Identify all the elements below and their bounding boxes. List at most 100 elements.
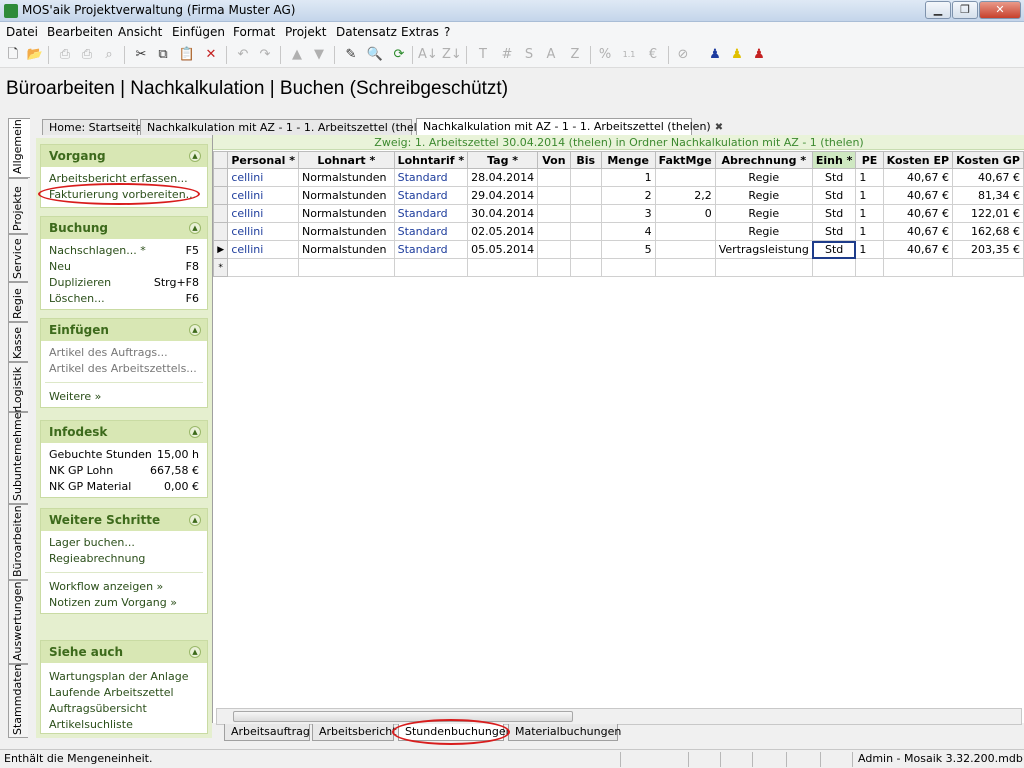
table-cell[interactable] (569, 240, 602, 259)
menu-ansicht[interactable]: Ansicht (118, 25, 162, 39)
menu-einfuegen[interactable]: Einfügen (172, 25, 225, 39)
horizontal-scrollbar[interactable] (216, 708, 1022, 725)
table-cell[interactable]: Regie (714, 168, 813, 187)
scrollbar-thumb[interactable] (233, 711, 573, 722)
table-cell[interactable]: Std (811, 240, 857, 259)
vtab-regie[interactable]: Regie (8, 282, 28, 322)
row-header[interactable] (212, 204, 229, 223)
link-duplizieren[interactable]: Duplizieren (49, 276, 111, 289)
table-row[interactable]: cellini Normalstunden Standard 02.05.2014 4 R… (212, 222, 1024, 241)
table-cell[interactable]: Std (811, 186, 857, 205)
format-s-icon[interactable]: S (520, 46, 538, 64)
link-workflow-anzeigen[interactable]: Workflow anzeigen » (49, 580, 163, 593)
collapse-icon[interactable]: ▲ (189, 324, 201, 336)
table-cell[interactable] (654, 240, 716, 259)
table-row[interactable]: cellini Normalstunden Standard 28.04.2014 1 R… (212, 168, 1024, 187)
maximize-button[interactable]: ❐ (952, 1, 978, 19)
table-cell[interactable] (882, 258, 954, 277)
table-cell[interactable]: 40,67 € (952, 168, 1024, 187)
table-cell[interactable]: Normalstunden (297, 222, 395, 241)
table-cell[interactable]: Normalstunden (297, 240, 395, 259)
table-cell[interactable]: Std (811, 222, 857, 241)
table-cell[interactable]: cellini (227, 186, 299, 205)
table-cell[interactable] (654, 222, 716, 241)
table-cell[interactable]: 28.04.2014 (467, 168, 539, 187)
table-cell[interactable]: Regie (714, 186, 813, 205)
column-header[interactable]: Tag * (467, 151, 539, 169)
copy-icon[interactable]: ⧉ (154, 46, 172, 64)
vtab-stammdaten[interactable]: Stammdaten (8, 664, 28, 738)
table-cell[interactable] (467, 258, 539, 277)
minimize-button[interactable]: ▁ (925, 1, 951, 19)
table-cell[interactable] (537, 240, 571, 259)
link-notizen-zum-vorgang[interactable]: Notizen zum Vorgang » (49, 596, 177, 609)
table-cell[interactable]: 40,67 € (882, 204, 954, 223)
vtab-kasse[interactable]: Kasse (8, 322, 28, 362)
move-down-icon[interactable]: ▼ (310, 46, 328, 64)
table-cell[interactable] (600, 258, 656, 277)
table-cell[interactable]: Normalstunden (297, 168, 395, 187)
table-row[interactable]: ▶ cellini Normalstunden Standard 05.05.2014 5… (212, 240, 1024, 259)
column-header[interactable]: Abrechnung * (714, 151, 813, 169)
table-cell[interactable]: 2 (600, 186, 656, 205)
column-header[interactable]: Menge (600, 151, 656, 169)
tab-arbeitsbericht[interactable]: Arbeitsbericht (312, 724, 397, 741)
menu-extras[interactable]: Extras (401, 25, 439, 39)
column-header[interactable]: Personal * (227, 151, 299, 169)
table-cell[interactable] (654, 168, 716, 187)
search-icon[interactable]: 🔍 (366, 46, 384, 64)
table-cell[interactable]: 30.04.2014 (467, 204, 539, 223)
table-cell[interactable]: 162,68 € (952, 222, 1024, 241)
menu-datensatz[interactable]: Datensatz (336, 25, 397, 39)
menu-datei[interactable]: Datei (6, 25, 38, 39)
collapse-icon[interactable]: ▲ (189, 222, 201, 234)
link-laufende-arbeitszettel[interactable]: Laufende Arbeitszettel (49, 686, 174, 699)
table-cell[interactable]: Regie (714, 222, 813, 241)
current-row-indicator[interactable]: ▶ (212, 240, 229, 259)
table-cell[interactable]: 122,01 € (952, 204, 1024, 223)
link-loeschen[interactable]: Löschen... (49, 292, 105, 305)
link-artikel-des-auftrags[interactable]: Artikel des Auftrags... (49, 346, 168, 359)
table-cell[interactable] (537, 204, 571, 223)
table-cell[interactable] (227, 258, 299, 277)
link-neu[interactable]: Neu (49, 260, 71, 273)
print-icon[interactable]: ⎙ (56, 46, 74, 64)
column-header[interactable]: Lohnart * (297, 151, 395, 169)
row-header[interactable] (212, 222, 229, 241)
table-cell[interactable]: 1 (855, 240, 884, 259)
format-z-icon[interactable]: Z (566, 46, 584, 64)
table-cell[interactable]: 0 (654, 204, 716, 223)
table-cell[interactable] (569, 168, 602, 187)
paste-icon[interactable]: 📋 (178, 46, 196, 64)
table-cell[interactable]: Standard (393, 240, 469, 259)
table-cell[interactable]: 1 (855, 168, 884, 187)
table-cell[interactable]: Std (811, 204, 857, 223)
row-header[interactable] (212, 168, 229, 187)
sort-descending-icon[interactable]: Z↓ (442, 46, 462, 64)
vtab-projekte[interactable]: Projekte (8, 178, 28, 234)
table-cell[interactable]: 40,67 € (882, 240, 954, 259)
table-cell[interactable] (569, 186, 602, 205)
close-tab-icon[interactable]: ✖ (715, 122, 723, 133)
column-header[interactable]: PE (855, 151, 884, 169)
table-cell[interactable]: cellini (227, 204, 299, 223)
link-lager-buchen[interactable]: Lager buchen... (49, 536, 135, 549)
edit-pencil-icon[interactable]: ✎ (342, 46, 360, 64)
vtab-allgemein[interactable]: Allgemein (8, 118, 30, 178)
link-artikel-des-arbeitszettels[interactable]: Artikel des Arbeitszettels... (49, 362, 197, 375)
table-cell[interactable]: Normalstunden (297, 204, 395, 223)
table-row[interactable]: cellini Normalstunden Standard 30.04.2014 3 0… (212, 204, 1024, 223)
table-cell[interactable] (811, 258, 857, 277)
doc-tab-nachkalkulation-2[interactable]: Nachkalkulation mit AZ - 1 - 1. Arbeitsz… (416, 118, 723, 136)
format-number-icon[interactable]: # (498, 46, 516, 64)
percent-icon[interactable]: % (596, 46, 614, 64)
table-cell[interactable] (654, 258, 716, 277)
table-cell[interactable]: 05.05.2014 (467, 240, 539, 259)
cut-icon[interactable]: ✂ (132, 46, 150, 64)
table-cell[interactable]: 203,35 € (952, 240, 1024, 259)
column-header[interactable]: Bis (569, 151, 602, 169)
table-cell[interactable]: Regie (714, 204, 813, 223)
delete-icon[interactable]: ✕ (202, 46, 220, 64)
tab-materialbuchungen[interactable]: Materialbuchungen (508, 724, 621, 741)
table-cell[interactable]: 40,67 € (882, 186, 954, 205)
